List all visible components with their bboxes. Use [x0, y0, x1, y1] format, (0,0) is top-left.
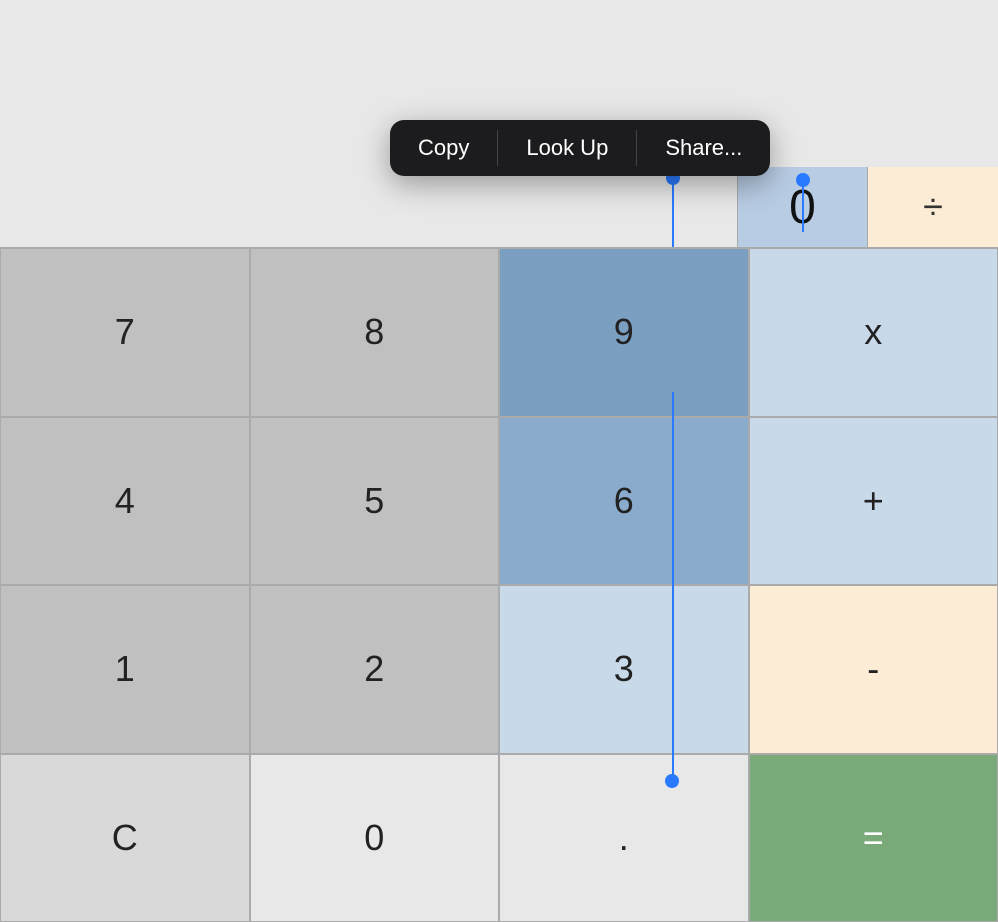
selection-line	[672, 392, 674, 782]
key-multiply[interactable]: x	[749, 248, 998, 417]
key-9[interactable]: 9	[499, 248, 749, 417]
key-plus[interactable]: +	[749, 417, 998, 586]
context-menu-share[interactable]: Share...	[637, 120, 770, 176]
display-main-value	[0, 167, 738, 247]
display-row: 0 ÷	[0, 167, 998, 247]
selection-dot-bottom	[665, 774, 679, 788]
connector-line	[672, 177, 674, 247]
key-0[interactable]: 0	[250, 754, 500, 922]
cursor-line-top	[802, 177, 804, 232]
key-clear[interactable]: C	[0, 754, 250, 922]
keypad: 7 8 9 x 4 5 6 + 1 2 3	[0, 248, 998, 922]
context-menu-lookup[interactable]: Look Up	[498, 120, 636, 176]
key-minus[interactable]: -	[749, 585, 998, 754]
key-5[interactable]: 5	[250, 417, 500, 586]
key-8[interactable]: 8	[250, 248, 500, 417]
key-dot[interactable]: .	[499, 754, 749, 922]
key-3[interactable]: 3	[499, 585, 749, 754]
display-operator: ÷	[868, 167, 998, 247]
key-7[interactable]: 7	[0, 248, 250, 417]
display-highlighted-value: 0	[738, 167, 868, 247]
key-1[interactable]: 1	[0, 585, 250, 754]
calculator: 0 ÷ Copy Look Up Share... 7	[0, 0, 998, 922]
key-2[interactable]: 2	[250, 585, 500, 754]
context-menu: Copy Look Up Share...	[390, 120, 770, 176]
context-menu-copy[interactable]: Copy	[390, 120, 497, 176]
key-6[interactable]: 6	[499, 417, 749, 586]
key-4[interactable]: 4	[0, 417, 250, 586]
key-equals[interactable]: =	[749, 754, 998, 922]
